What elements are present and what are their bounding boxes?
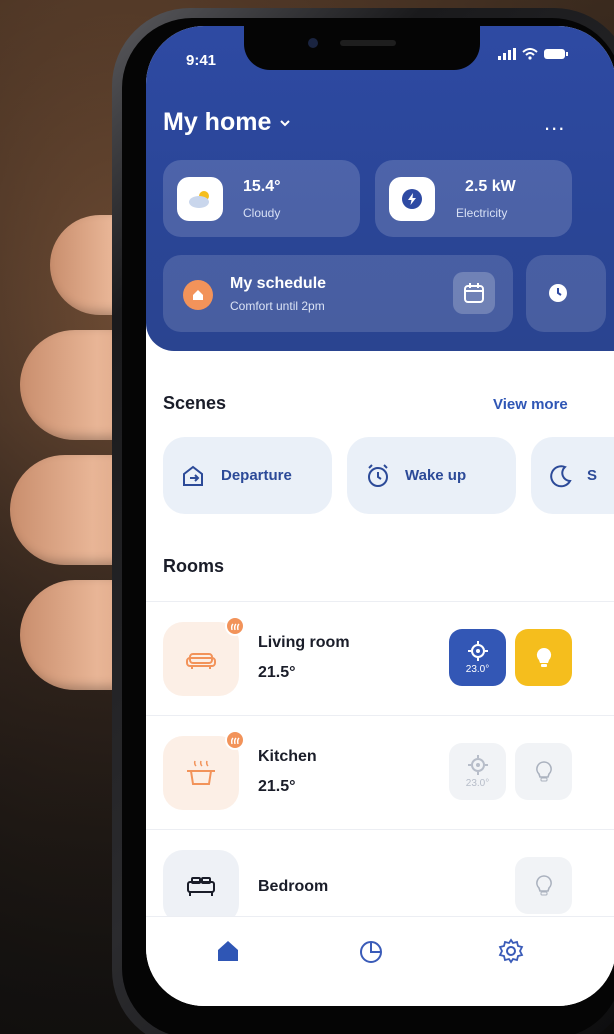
battery-icon xyxy=(544,49,568,59)
thermostat-button[interactable]: 23.0° xyxy=(449,629,506,686)
schedule-card[interactable]: My schedule Comfort until 2pm xyxy=(163,255,513,332)
cloudy-icon xyxy=(177,177,223,221)
scene-label: S xyxy=(587,467,598,484)
light-toggle[interactable] xyxy=(515,629,572,686)
tab-settings[interactable] xyxy=(491,931,531,971)
room-name: Bedroom xyxy=(258,878,329,895)
alarm-clock-icon xyxy=(368,463,388,487)
stats-icon xyxy=(360,941,382,963)
clock-icon xyxy=(548,283,568,308)
app-screen: 9:41 My home ... 15.4° Cloudy 2.5 kW Ele… xyxy=(146,26,614,1006)
tab-bar xyxy=(146,916,614,1006)
bulb-icon xyxy=(536,647,551,667)
bulb-icon xyxy=(535,760,552,781)
scene-wake-up[interactable]: Wake up xyxy=(347,437,516,514)
schedule-subtitle: Comfort until 2pm xyxy=(230,299,325,313)
home-icon xyxy=(218,941,238,961)
heating-badge-icon xyxy=(225,730,245,750)
settings-icon xyxy=(498,938,524,964)
electricity-card[interactable]: 2.5 kW Electricity xyxy=(375,160,572,237)
rooms-title: Rooms xyxy=(163,556,225,576)
thermostat-icon xyxy=(467,754,488,775)
wifi-icon xyxy=(522,48,538,60)
room-temp: 21.5° xyxy=(258,664,296,681)
scene-label: Departure xyxy=(221,467,292,484)
scenes-title: Scenes xyxy=(163,393,227,413)
chevron-down-icon xyxy=(279,114,291,132)
room-name: Kitchen xyxy=(258,748,317,765)
thermostat-value: 23.0° xyxy=(465,663,490,675)
room-living-room[interactable]: Living room 21.5° 23.0° xyxy=(146,601,614,715)
moon-icon xyxy=(550,464,572,487)
room-kitchen[interactable]: Kitchen 21.5° 23.0° xyxy=(146,715,614,829)
thermostat-button[interactable]: 23.0° xyxy=(449,743,506,800)
lightning-icon xyxy=(389,177,435,221)
notch xyxy=(244,26,480,70)
home-selector[interactable]: My home xyxy=(163,108,291,137)
weather-label: Cloudy xyxy=(243,206,281,220)
departure-icon xyxy=(183,465,203,486)
cooking-pot-icon xyxy=(163,730,245,810)
status-time: 9:41 xyxy=(186,52,217,69)
view-more-link[interactable]: View more xyxy=(493,396,568,413)
scene-departure[interactable]: Departure xyxy=(163,437,332,514)
status-icons xyxy=(498,48,568,60)
weather-card[interactable]: 15.4° Cloudy xyxy=(163,160,360,237)
more-options-icon[interactable]: ... xyxy=(544,110,565,136)
scene-label: Wake up xyxy=(405,467,467,484)
calendar-icon[interactable] xyxy=(453,272,495,314)
timer-card[interactable] xyxy=(526,255,606,332)
thermostat-icon xyxy=(467,640,488,661)
heating-badge-icon xyxy=(225,616,245,636)
light-toggle[interactable] xyxy=(515,743,572,800)
electricity-label: Electricity xyxy=(456,206,508,220)
header-panel: 9:41 My home ... 15.4° Cloudy 2.5 kW Ele… xyxy=(146,26,614,351)
signal-icon xyxy=(498,48,516,60)
electricity-value: 2.5 kW xyxy=(465,178,516,195)
bulb-icon xyxy=(535,874,552,895)
scene-sleep[interactable]: S xyxy=(531,437,614,514)
tab-stats[interactable] xyxy=(351,931,391,971)
thermostat-value: 23.0° xyxy=(465,777,490,789)
tab-home[interactable] xyxy=(208,931,248,971)
bed-icon xyxy=(163,850,239,924)
home-schedule-icon xyxy=(183,280,213,310)
weather-value: 15.4° xyxy=(243,178,281,195)
schedule-title: My schedule xyxy=(230,275,327,292)
room-temp: 21.5° xyxy=(258,778,296,795)
light-toggle[interactable] xyxy=(515,857,572,914)
room-name: Living room xyxy=(258,634,350,651)
page-title: My home xyxy=(163,108,272,136)
sofa-icon xyxy=(163,616,245,696)
